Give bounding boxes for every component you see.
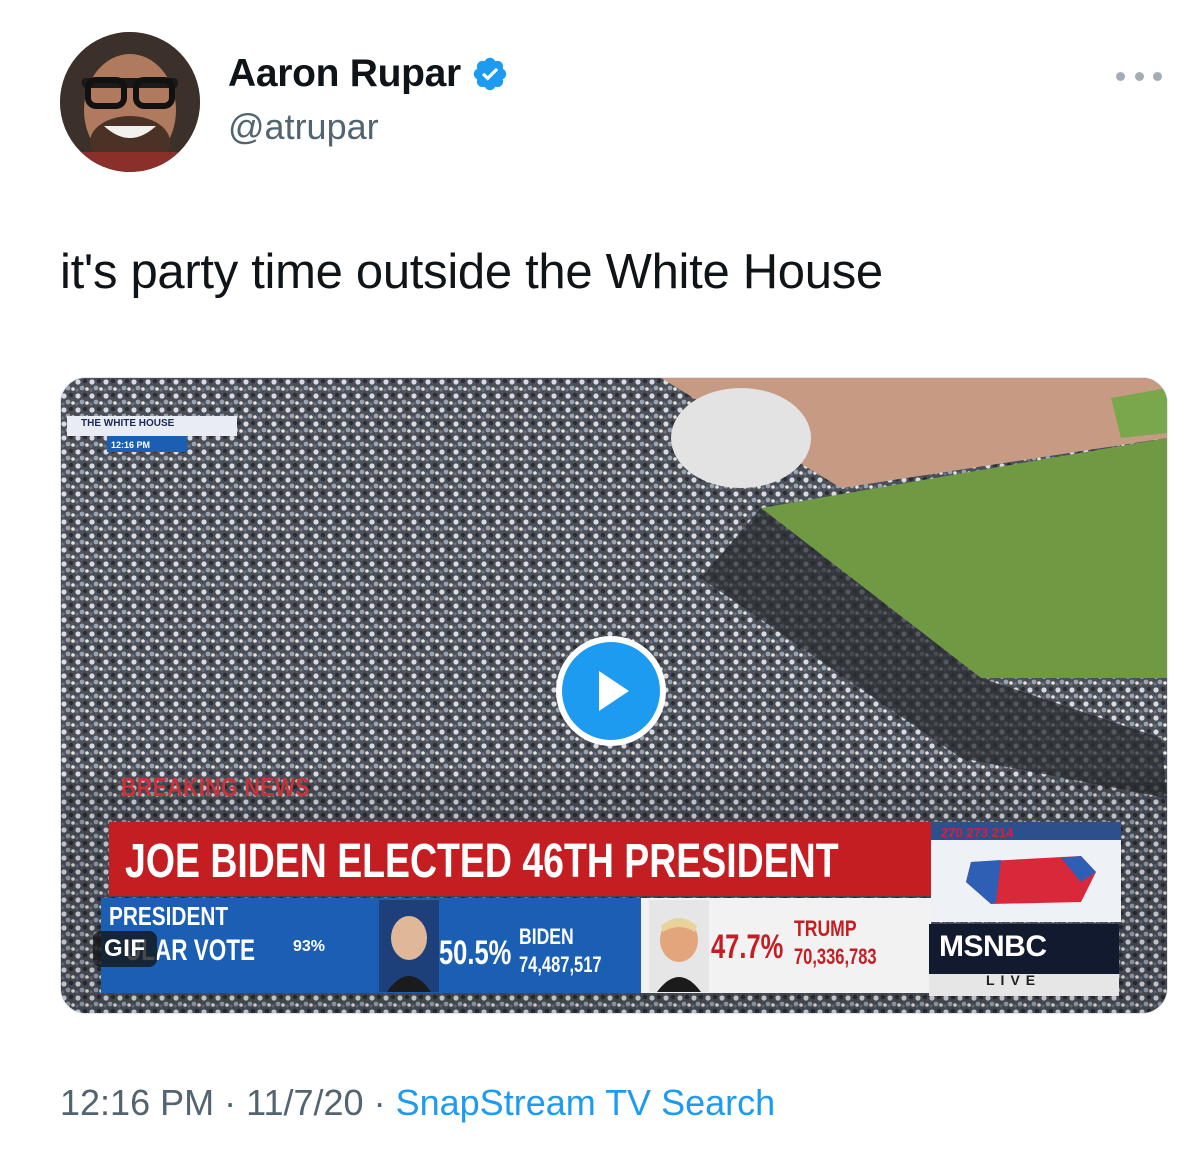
dot — [1116, 71, 1125, 81]
dot — [1134, 71, 1144, 81]
trump-percent: 47.7% — [711, 928, 784, 966]
tweet-meta: 12:16 PM · 11/7/20 · SnapStream TV Searc… — [60, 1082, 775, 1124]
network-logo-text: MSNBC — [939, 930, 1047, 963]
tweet-date[interactable]: 11/7/20 — [246, 1082, 363, 1123]
headline-text: JOE BIDEN ELECTED 46TH PRESIDENT — [125, 835, 839, 888]
avatar-photo — [60, 32, 200, 172]
author-avatar[interactable] — [60, 32, 200, 172]
trump-name: TRUMP — [794, 916, 857, 941]
biden-portrait-image — [379, 900, 439, 992]
meta-separator: · — [373, 1082, 386, 1123]
map-tally-text: 270 273 214 — [941, 825, 1014, 840]
more-options-icon[interactable] — [1116, 66, 1162, 86]
percent-reporting: 93% — [293, 938, 326, 955]
meta-separator: · — [224, 1082, 237, 1123]
breaking-news-label: BREAKING NEWS — [121, 772, 310, 802]
trump-portrait-image — [649, 900, 709, 992]
corner-tag-text: THE WHITE HOUSE — [81, 418, 175, 429]
play-icon — [599, 671, 629, 711]
biden-percent: 50.5% — [439, 934, 512, 972]
tweet-time[interactable]: 12:16 PM — [60, 1082, 214, 1123]
verified-badge-icon — [473, 57, 507, 91]
author-handle[interactable]: @atrupar — [228, 106, 379, 148]
gif-badge: GIF — [93, 931, 157, 967]
trump-votes: 70,336,783 — [794, 944, 877, 969]
live-label: LIVE — [986, 972, 1042, 988]
biden-votes: 74,487,517 — [519, 952, 602, 977]
tweet-source-link[interactable]: SnapStream TV Search — [396, 1082, 776, 1123]
tweet-media-gif[interactable]: THE WHITE HOUSE 12:16 PM BREAKING NEWS J… — [60, 377, 1168, 1014]
tweet-text: it's party time outside the White House — [60, 245, 883, 299]
dot — [1153, 71, 1162, 81]
corner-time-text: 12:16 PM — [111, 440, 151, 450]
play-button[interactable] — [556, 636, 666, 746]
author-display-name[interactable]: Aaron Rupar — [228, 52, 461, 96]
play-button-inner — [562, 642, 660, 740]
author-name-row[interactable]: Aaron Rupar — [228, 52, 509, 96]
popular-vote-line1: PRESIDENT — [109, 901, 229, 931]
biden-name: BIDEN — [519, 924, 574, 949]
